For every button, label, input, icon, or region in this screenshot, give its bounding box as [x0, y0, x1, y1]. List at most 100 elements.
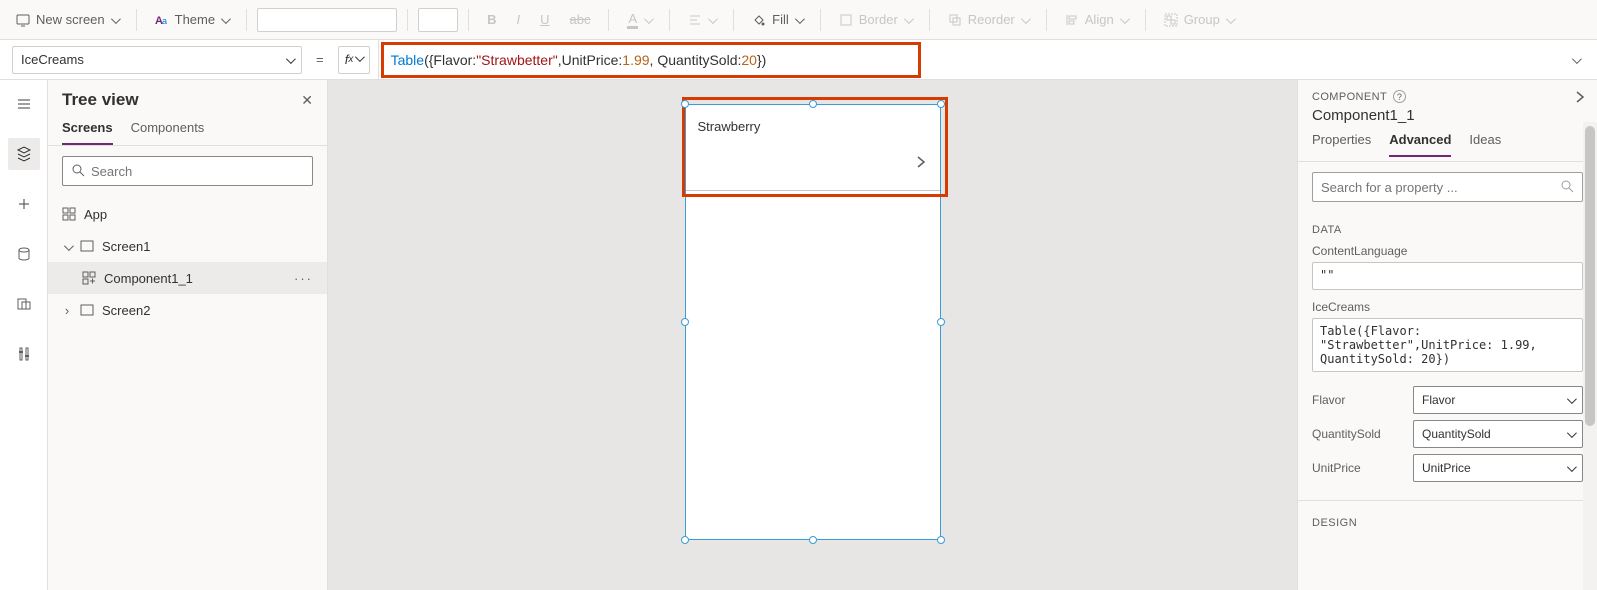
chevron-right-icon[interactable]: › — [62, 303, 72, 318]
theme-button[interactable]: Aa Theme — [147, 8, 236, 31]
font-size-input[interactable] — [418, 8, 458, 32]
reorder-label: Reorder — [968, 12, 1015, 27]
unitprice-label: UnitPrice — [1312, 461, 1361, 475]
fill-button[interactable]: Fill — [744, 8, 810, 31]
chevron-down-icon — [286, 52, 293, 67]
screen-icon — [80, 239, 94, 253]
align-icon — [688, 13, 702, 27]
chevron-down-icon — [1567, 427, 1574, 441]
left-rail — [0, 80, 48, 590]
bold-label: B — [487, 12, 496, 27]
tab-properties[interactable]: Properties — [1312, 132, 1371, 157]
close-tree-button[interactable]: ✕ — [301, 92, 313, 109]
unitprice-select-value: UnitPrice — [1422, 461, 1471, 475]
expand-formula-button[interactable] — [1553, 52, 1597, 67]
property-select[interactable]: IceCreams — [12, 46, 302, 74]
property-search-box[interactable] — [1312, 172, 1583, 202]
separator — [136, 9, 137, 31]
quantitysold-select[interactable]: QuantitySold — [1413, 420, 1583, 448]
border-button[interactable]: Border — [831, 8, 919, 31]
chevron-down-icon[interactable] — [62, 239, 72, 254]
tab-advanced[interactable]: Advanced — [1389, 132, 1451, 157]
tree-search-box[interactable] — [62, 156, 313, 186]
separator — [669, 9, 670, 31]
tree-item-screen2[interactable]: › Screen2 — [48, 294, 327, 326]
media-nav[interactable] — [8, 288, 40, 320]
tab-ideas[interactable]: Ideas — [1469, 132, 1501, 157]
tree-item-component1[interactable]: Component1_1 ··· — [48, 262, 327, 294]
screen-icon — [80, 303, 94, 317]
insert-nav[interactable] — [8, 188, 40, 220]
section-heading-design: DESIGN — [1312, 517, 1583, 529]
contentlanguage-label: ContentLanguage — [1312, 244, 1583, 258]
resize-handle[interactable] — [937, 536, 945, 544]
resize-handle[interactable] — [681, 536, 689, 544]
top-toolbar: New screen Aa Theme B I U abc A Fill — [0, 0, 1597, 40]
resize-handle[interactable] — [937, 318, 945, 326]
hamburger-button[interactable] — [8, 88, 40, 120]
border-label: Border — [859, 12, 898, 27]
data-nav[interactable] — [8, 238, 40, 270]
unitprice-select[interactable]: UnitPrice — [1413, 454, 1583, 482]
bold-button[interactable]: B — [479, 8, 504, 31]
resize-handle[interactable] — [809, 100, 817, 108]
flavor-select[interactable]: Flavor — [1413, 386, 1583, 414]
canvas[interactable]: Strawberry — [328, 80, 1297, 590]
separator — [407, 9, 408, 31]
separator — [1145, 9, 1146, 31]
reorder-button[interactable]: Reorder — [940, 8, 1036, 31]
contentlanguage-input[interactable]: "" — [1312, 262, 1583, 290]
group-button[interactable]: Group — [1156, 8, 1241, 31]
tab-components[interactable]: Components — [131, 120, 205, 145]
text-align-button[interactable] — [680, 8, 723, 31]
device-frame[interactable]: Strawberry — [685, 104, 941, 540]
theme-icon: Aa — [155, 13, 169, 27]
main-area: Tree view ✕ Screens Components App S — [0, 80, 1597, 590]
help-icon[interactable]: ? — [1393, 90, 1406, 103]
align-button[interactable]: Align — [1057, 8, 1135, 31]
tab-screens[interactable]: Screens — [62, 120, 113, 145]
icecreams-input[interactable]: Table({Flavor: "Strawbetter",UnitPrice: … — [1312, 318, 1583, 372]
equals-label: = — [310, 52, 330, 67]
gallery-item-label: Strawberry — [698, 119, 761, 134]
chevron-down-icon — [1226, 12, 1233, 27]
search-icon — [1560, 179, 1574, 196]
tree-panel: Tree view ✕ Screens Components App S — [48, 80, 328, 590]
font-color-button[interactable]: A — [619, 7, 659, 33]
formula-bar: IceCreams = fx Table({Flavor: "Strawbett… — [0, 40, 1597, 80]
tree-item-screen1[interactable]: Screen1 — [48, 230, 327, 262]
italic-label: I — [517, 12, 521, 27]
scrollbar-thumb[interactable] — [1585, 126, 1595, 426]
resize-handle[interactable] — [937, 100, 945, 108]
properties-panel: COMPONENT ? Component1_1 Properties Adva… — [1297, 80, 1597, 590]
tree-view-nav[interactable] — [8, 138, 40, 170]
tree-search — [62, 156, 313, 186]
tree-item-label: Component1_1 — [104, 271, 193, 286]
formula-input[interactable]: Table({Flavor: "Strawbetter",UnitPrice: … — [378, 40, 1545, 80]
underline-button[interactable]: U — [532, 8, 557, 31]
more-button[interactable]: ··· — [294, 271, 313, 286]
separator — [1046, 9, 1047, 31]
resize-handle[interactable] — [681, 100, 689, 108]
chevron-right-icon[interactable] — [914, 155, 928, 172]
underline-label: U — [540, 12, 549, 27]
fx-button[interactable]: fx — [338, 46, 370, 74]
separator — [468, 9, 469, 31]
italic-button[interactable]: I — [509, 8, 529, 31]
icecreams-label: IceCreams — [1312, 300, 1583, 314]
new-screen-button[interactable]: New screen — [8, 8, 126, 31]
font-select[interactable] — [257, 8, 397, 32]
tools-nav[interactable] — [8, 338, 40, 370]
fill-icon — [752, 13, 766, 27]
collapse-panel-button[interactable] — [1573, 90, 1587, 107]
group-icon — [1164, 13, 1178, 27]
section-heading-data: DATA — [1312, 224, 1583, 236]
resize-handle[interactable] — [681, 318, 689, 326]
property-search-input[interactable] — [1321, 180, 1560, 195]
tree-search-input[interactable] — [91, 164, 304, 179]
formula-token-num: 20 — [741, 52, 757, 68]
tree-item-app[interactable]: App — [48, 198, 327, 230]
gallery-item[interactable]: Strawberry — [686, 105, 940, 191]
resize-handle[interactable] — [809, 536, 817, 544]
strike-button[interactable]: abc — [562, 8, 599, 31]
